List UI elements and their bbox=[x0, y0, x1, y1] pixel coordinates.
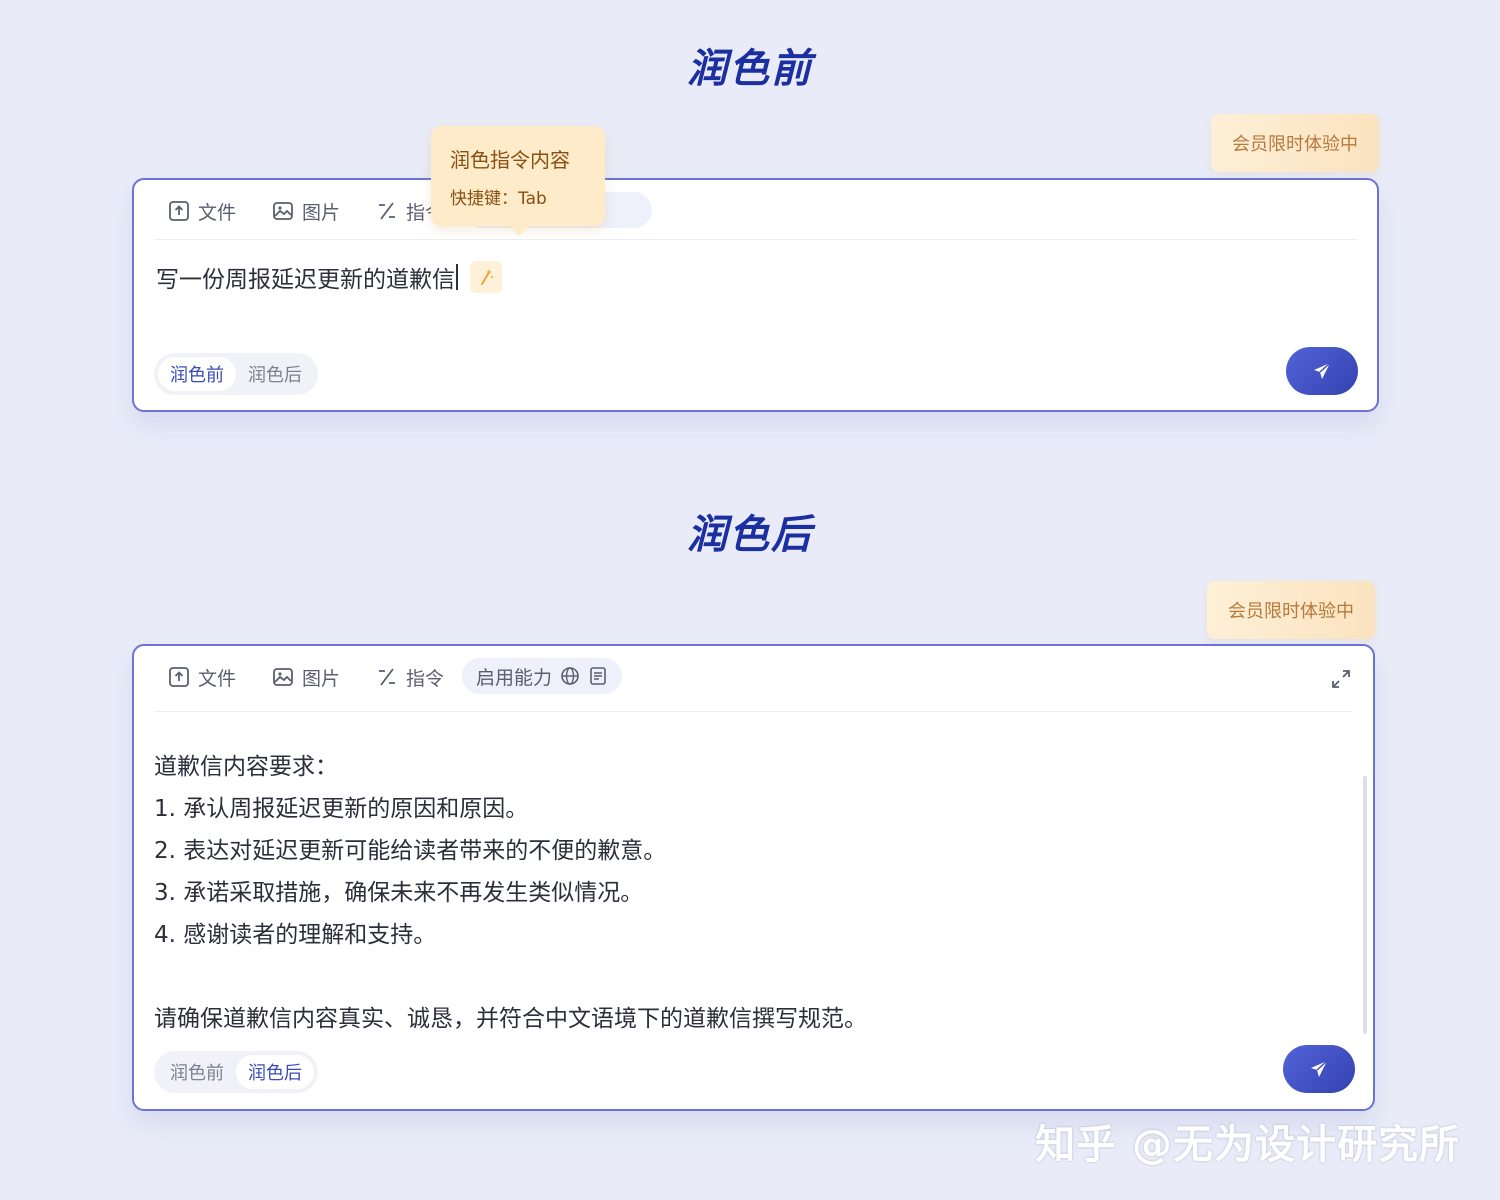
file-label: 文件 bbox=[198, 201, 237, 224]
result-line: 4. 感谢读者的理解和支持。 bbox=[154, 922, 437, 948]
send-button[interactable] bbox=[1283, 1045, 1355, 1093]
result-line: 道歉信内容要求： bbox=[154, 754, 338, 780]
toolbar: 文件 图片 指令 启用能力 bbox=[134, 646, 1373, 706]
globe-icon bbox=[561, 667, 579, 685]
command-slash-icon bbox=[379, 668, 395, 686]
member-trial-badge[interactable]: 会员限时体验中 bbox=[1211, 114, 1379, 172]
tooltip-title: 润色指令内容 bbox=[450, 148, 570, 172]
prompt-text: 写一份周报延迟更新的道歉信 bbox=[156, 267, 455, 293]
prompt-input[interactable]: 写一份周报延迟更新的道歉信 bbox=[156, 260, 502, 294]
ability-label: 启用能力 bbox=[476, 666, 553, 689]
polished-result-text[interactable]: 道歉信内容要求： 1. 承认周报延迟更新的原因和原因。 2. 表达对延迟更新可能… bbox=[154, 746, 1344, 1040]
expand-button[interactable] bbox=[1330, 668, 1352, 694]
prompt-card-after: 文件 图片 指令 启用能力 道歉信内容要求： 1. 承认周报延迟更新的原因和原因… bbox=[132, 644, 1375, 1111]
result-line: 3. 承诺采取措施，确保未来不再发生类似情况。 bbox=[154, 880, 644, 906]
image-label: 图片 bbox=[302, 667, 341, 690]
image-label: 图片 bbox=[302, 201, 341, 224]
image-icon bbox=[273, 202, 293, 220]
text-caret bbox=[456, 264, 458, 290]
image-icon bbox=[273, 668, 293, 686]
send-plane-icon bbox=[1311, 1060, 1328, 1077]
command-label: 指令 bbox=[406, 667, 445, 690]
polish-tooltip: 润色指令内容 快捷键：Tab bbox=[431, 126, 605, 236]
command-button[interactable]: 指令 bbox=[376, 664, 444, 690]
polish-mode-switch: 润色前 润色后 bbox=[154, 1051, 318, 1093]
result-line: 2. 表达对延迟更新可能给读者带来的不便的歉意。 bbox=[154, 838, 667, 864]
result-footer: 请确保道歉信内容真实、诚恳，并符合中文语境下的道歉信撰写规范。 bbox=[154, 1006, 867, 1032]
upload-file-icon bbox=[169, 667, 189, 687]
result-line: 1. 承认周报延迟更新的原因和原因。 bbox=[154, 796, 529, 822]
watermark: 知乎 @无为设计研究所 bbox=[1035, 1122, 1460, 1168]
divider bbox=[154, 711, 1353, 712]
expand-icon bbox=[1332, 670, 1350, 688]
document-icon bbox=[590, 667, 606, 685]
upload-file-icon bbox=[169, 201, 189, 221]
mode-before-tab[interactable]: 润色前 bbox=[158, 1055, 236, 1089]
prompt-card-before: 文件 图片 指令 写一份周报延迟更新的道歉信 润色前 润色后 bbox=[132, 178, 1379, 412]
send-plane-icon bbox=[1314, 362, 1331, 379]
send-button[interactable] bbox=[1286, 347, 1358, 395]
mode-before-tab[interactable]: 润色前 bbox=[158, 357, 236, 391]
image-button[interactable]: 图片 bbox=[272, 198, 340, 224]
polish-mode-switch: 润色前 润色后 bbox=[154, 353, 318, 395]
tooltip-shortcut: 快捷键：Tab bbox=[450, 189, 547, 209]
file-label: 文件 bbox=[198, 667, 237, 690]
member-trial-badge[interactable]: 会员限时体验中 bbox=[1207, 581, 1375, 639]
section-title-before: 润色前 bbox=[687, 46, 813, 92]
divider bbox=[154, 239, 1357, 240]
mode-after-tab[interactable]: 润色后 bbox=[236, 1055, 314, 1089]
file-button[interactable]: 文件 bbox=[168, 664, 236, 690]
toolbar: 文件 图片 指令 bbox=[134, 180, 1377, 240]
magic-wand-icon bbox=[481, 269, 493, 285]
file-button[interactable]: 文件 bbox=[168, 198, 236, 224]
mode-after-tab[interactable]: 润色后 bbox=[236, 357, 314, 391]
section-title-after: 润色后 bbox=[687, 512, 813, 558]
image-button[interactable]: 图片 bbox=[272, 664, 340, 690]
scrollbar[interactable] bbox=[1363, 776, 1367, 1034]
command-slash-icon bbox=[379, 202, 395, 220]
polish-magic-button[interactable] bbox=[470, 261, 502, 293]
ability-toggle[interactable]: 启用能力 bbox=[462, 658, 623, 694]
